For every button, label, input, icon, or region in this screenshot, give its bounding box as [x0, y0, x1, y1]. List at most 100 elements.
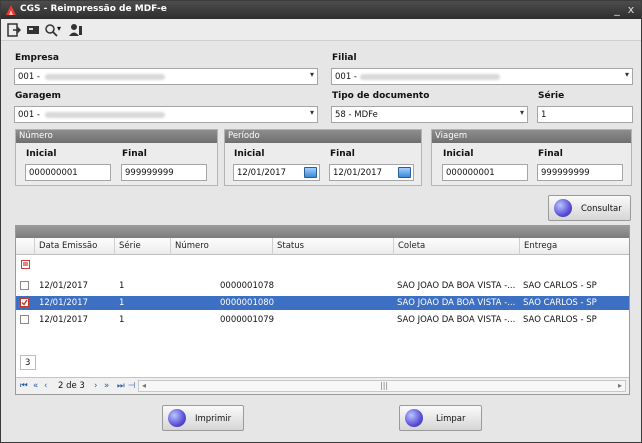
search-icon [554, 199, 572, 217]
minimize-button[interactable]: _ [611, 3, 623, 16]
cell-data: 12/01/2017 [39, 298, 88, 308]
cell-serie: 1 [119, 315, 125, 325]
column-status[interactable]: Status [277, 241, 304, 251]
grid-footer: ⏮ « ‹ 2 de 3 › » ⏭ ⊣ ◂ ||| ▸ [16, 377, 629, 394]
results-grid: Data Emissão Série Número Status Coleta … [15, 225, 630, 395]
row-checkbox-checked[interactable] [20, 298, 29, 307]
column-divider [34, 238, 35, 255]
prev-page-button[interactable]: ‹ [44, 381, 47, 391]
cell-coleta: SAO JOAO DA BOA VISTA -... [397, 315, 516, 325]
user-icon[interactable] [69, 23, 83, 37]
viagem-final-input[interactable]: 999999999 [537, 164, 623, 181]
pager-position: 2 de 3 [58, 381, 85, 391]
redacted-text [45, 112, 165, 118]
next-page-group-button[interactable]: » [104, 381, 109, 391]
scroll-left-icon[interactable]: ◂ [142, 381, 146, 390]
table-row[interactable]: 12/01/2017 1 0000001078 SAO JOAO DA BOA … [16, 279, 629, 293]
filter-row [16, 257, 629, 273]
cell-numero: 0000001079 [220, 315, 275, 325]
filter-icon[interactable] [21, 260, 30, 269]
search-icon[interactable] [44, 23, 58, 37]
column-divider [114, 238, 115, 255]
periodo-inicial-label: Inicial [234, 149, 265, 159]
cell-serie: 1 [119, 281, 125, 291]
consultar-button[interactable]: Consultar [548, 195, 631, 221]
redacted-text [45, 74, 165, 80]
clear-icon [405, 409, 423, 427]
filial-select[interactable]: 001 - ▾ [331, 68, 633, 85]
horizontal-scrollbar[interactable]: ◂ ||| ▸ [138, 380, 626, 392]
printer-icon [168, 409, 186, 427]
serie-input[interactable]: 1 [537, 106, 633, 123]
close-button[interactable]: x [625, 3, 637, 16]
cell-data: 12/01/2017 [39, 281, 88, 291]
numero-final-label: Final [122, 149, 147, 159]
add-row-button[interactable]: ⊣ [128, 381, 135, 391]
row-checkbox[interactable] [20, 281, 29, 290]
empresa-label: Empresa [15, 53, 59, 63]
column-coleta[interactable]: Coleta [398, 241, 425, 251]
tipo-documento-label: Tipo de documento [332, 91, 430, 101]
viagem-group: Viagem Inicial 000000001 Final 999999999 [431, 129, 632, 186]
column-divider [170, 238, 171, 255]
chevron-down-icon: ▾ [309, 108, 314, 117]
last-page-button[interactable]: ⏭ [117, 381, 125, 391]
chevron-down-icon: ▾ [309, 70, 314, 79]
redacted-text [360, 74, 500, 80]
toolbar: ▾ [1, 19, 641, 41]
periodo-inicial-input[interactable]: 12/01/2017 [233, 164, 320, 181]
periodo-group: Período Inicial 12/01/2017 Final 12/01/2… [224, 129, 422, 186]
row-count-box: 3 [20, 355, 36, 370]
checkmark-icon [21, 299, 28, 306]
garagem-label: Garagem [15, 91, 61, 101]
empresa-select[interactable]: 001 - ▾ [14, 68, 318, 85]
limpar-button[interactable]: Limpar [399, 405, 482, 431]
column-numero[interactable]: Número [175, 241, 209, 251]
numero-inicial-label: Inicial [26, 149, 57, 159]
chevron-down-icon: ▾ [519, 108, 524, 117]
periodo-final-label: Final [330, 149, 355, 159]
numero-final-input[interactable]: 999999999 [121, 164, 207, 181]
scroll-right-icon[interactable]: ▸ [618, 381, 622, 390]
prev-page-group-button[interactable]: « [33, 381, 38, 391]
cell-coleta: SAO JOAO DA BOA VISTA -... [397, 298, 516, 308]
column-divider [393, 238, 394, 255]
first-page-button[interactable]: ⏮ [20, 381, 28, 391]
scroll-thumb-grip-icon[interactable]: ||| [380, 381, 388, 390]
title-bar: CGS - Reimpressão de MDF-e _ x [1, 1, 641, 19]
window-title: CGS - Reimpressão de MDF-e [20, 4, 167, 14]
column-data-emissao[interactable]: Data Emissão [39, 241, 97, 251]
numero-group-header: Número [16, 130, 217, 143]
viagem-final-label: Final [538, 149, 563, 159]
table-row-selected[interactable]: 12/01/2017 1 0000001080 SAO JOAO DA BOA … [16, 296, 629, 310]
numero-group: Número Inicial 000000001 Final 999999999 [15, 129, 218, 186]
card-icon[interactable] [26, 23, 40, 37]
tipo-documento-select[interactable]: 58 - MDFe ▾ [331, 106, 528, 123]
periodo-final-input[interactable]: 12/01/2017 [329, 164, 414, 181]
chevron-down-icon: ▾ [624, 70, 629, 79]
main-window: CGS - Reimpressão de MDF-e _ x ▾ Empresa… [0, 0, 642, 443]
cell-entrega: SAO CARLOS - SP [523, 298, 597, 308]
serie-label: Série [538, 91, 565, 101]
row-checkbox[interactable] [20, 315, 29, 324]
viagem-inicial-input[interactable]: 000000001 [442, 164, 528, 181]
numero-inicial-input[interactable]: 000000001 [25, 164, 111, 181]
exit-icon[interactable] [7, 23, 21, 37]
calendar-icon[interactable] [398, 167, 411, 178]
cell-serie: 1 [119, 298, 125, 308]
garagem-select[interactable]: 001 - ▾ [14, 106, 318, 123]
column-serie[interactable]: Série [119, 241, 141, 251]
cell-coleta: SAO JOAO DA BOA VISTA -... [397, 281, 516, 291]
cell-numero: 0000001078 [220, 281, 275, 291]
calendar-icon[interactable] [304, 167, 317, 178]
table-row[interactable]: 12/01/2017 1 0000001079 SAO JOAO DA BOA … [16, 313, 629, 327]
cell-entrega: SAO CARLOS - SP [523, 281, 597, 291]
filial-label: Filial [332, 53, 357, 63]
imprimir-button[interactable]: Imprimir [162, 405, 244, 431]
app-logo-icon [6, 5, 16, 15]
cell-entrega: SAO CARLOS - SP [523, 315, 597, 325]
column-entrega[interactable]: Entrega [524, 241, 557, 251]
grid-column-headers: Data Emissão Série Número Status Coleta … [16, 238, 629, 255]
next-page-button[interactable]: › [94, 381, 97, 391]
column-divider [272, 238, 273, 255]
